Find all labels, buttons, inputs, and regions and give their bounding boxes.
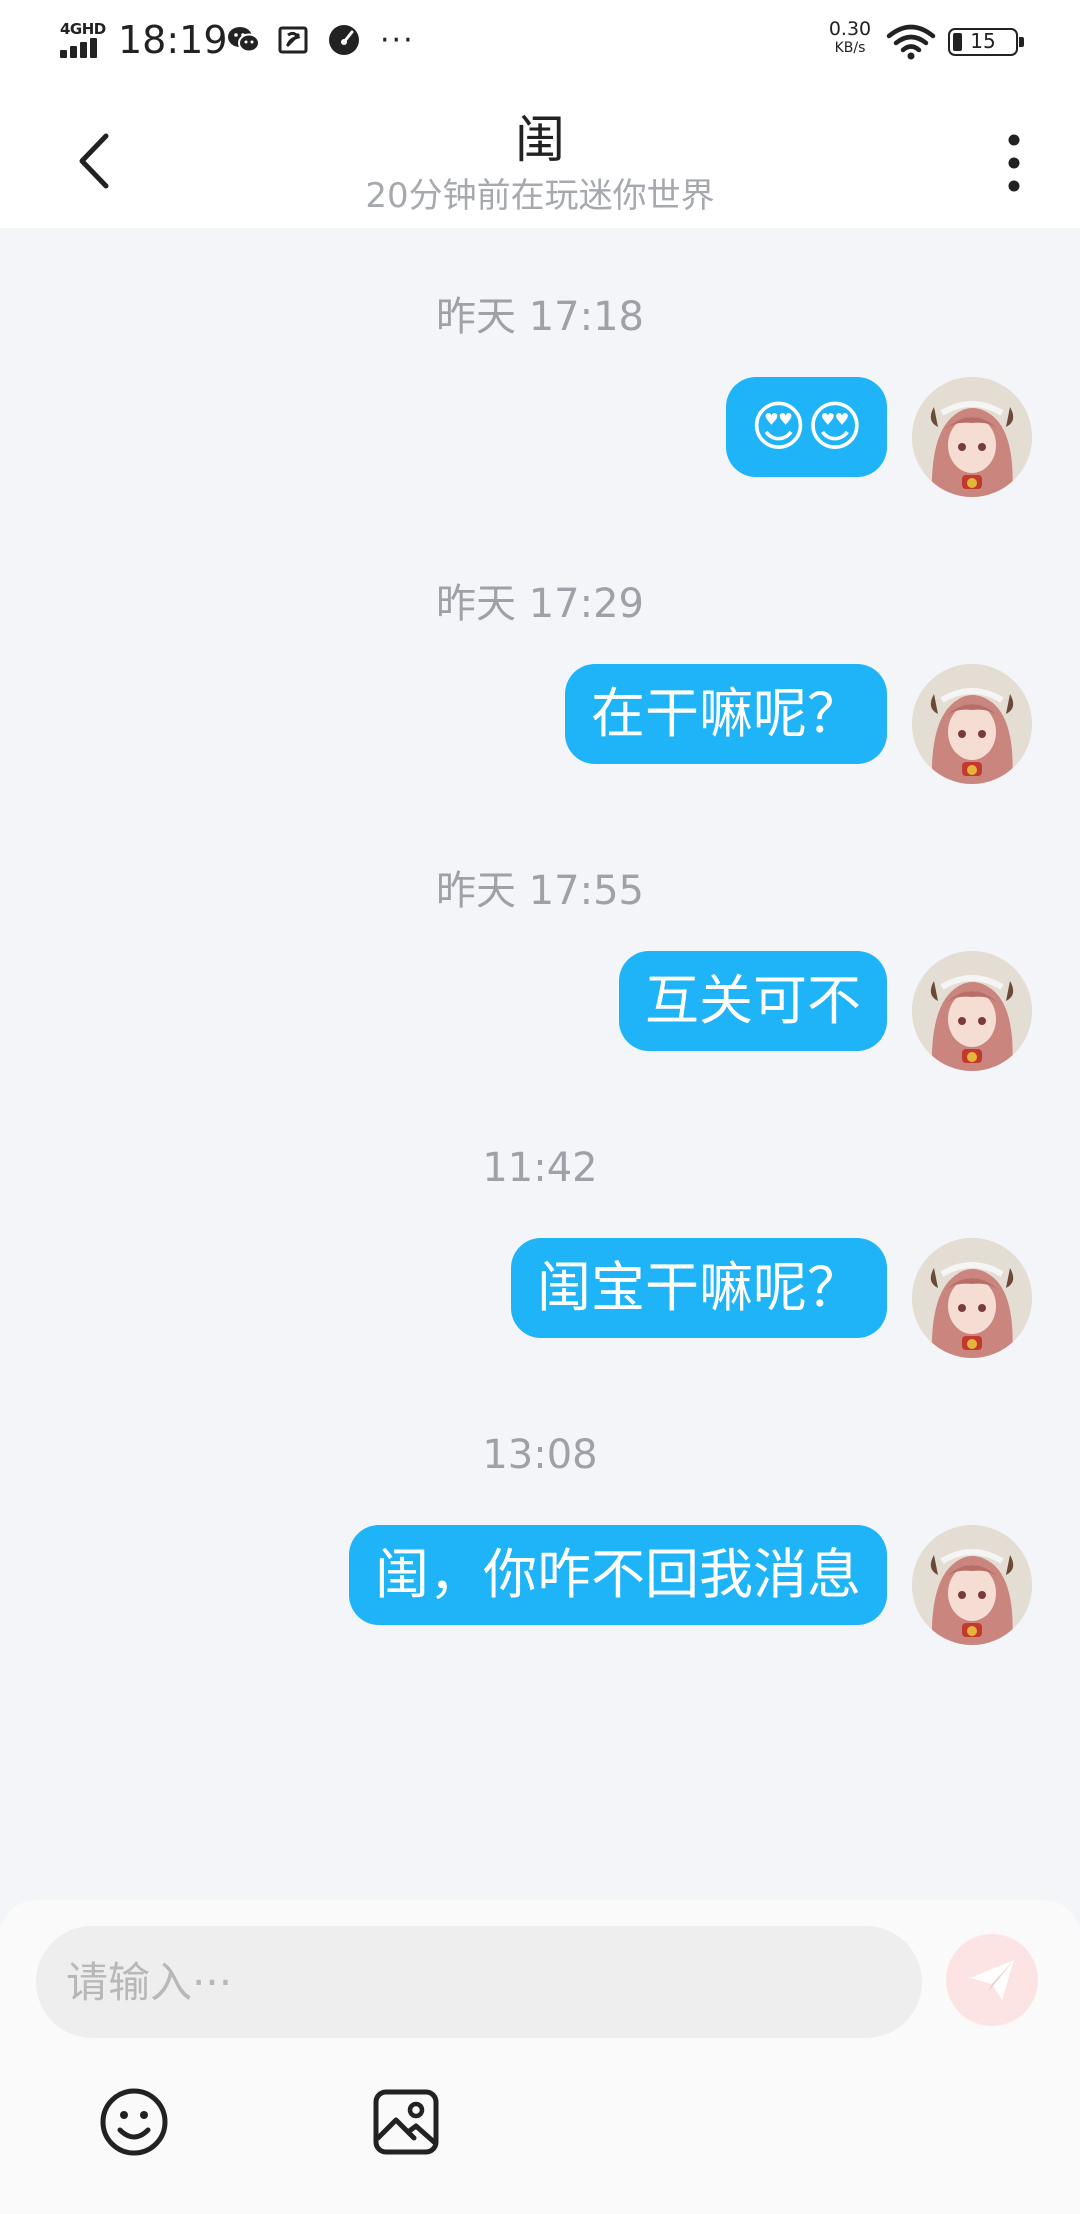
avatar-image: [912, 1238, 1032, 1358]
input-panel: [0, 1900, 1080, 2214]
network-speed: 0.30 KB/s: [822, 18, 878, 56]
avatar[interactable]: [912, 377, 1032, 497]
avatar[interactable]: [912, 1238, 1032, 1358]
screenshot-icon: [278, 26, 308, 54]
avatar-image: [912, 664, 1032, 784]
message-timestamp: 昨天 17:29: [436, 581, 644, 627]
send-button[interactable]: [946, 1934, 1038, 2026]
message-timestamp: 11:42: [482, 1145, 598, 1191]
emoji-button[interactable]: [98, 2086, 170, 2158]
more-notifications-icon: ···: [380, 22, 415, 58]
wifi-icon: [886, 24, 936, 60]
message-list[interactable]: 昨天 17:18 😍😍 昨天 17:29 在干嘛呢？ 昨天 17:55 互关可不…: [0, 228, 1080, 1898]
message-bubble[interactable]: 在干嘛呢？: [565, 664, 887, 764]
wechat-icon: [228, 27, 260, 53]
contact-status: 20分钟前在玩迷你世界: [365, 176, 715, 216]
message-timestamp: 昨天 17:18: [436, 294, 644, 340]
message-bubble[interactable]: 闺宝干嘛呢？: [511, 1238, 887, 1338]
cellular-signal-icon: 4GHD: [60, 20, 108, 60]
speedometer-icon: [329, 25, 359, 55]
speed-value: 0.30: [828, 18, 872, 40]
status-bar: 4GHD 18:19 ··· 0.30 KB/s 15: [0, 0, 1080, 86]
message-bubble[interactable]: 😍😍: [726, 377, 887, 477]
chat-header: 闺 20分钟前在玩迷你世界: [0, 86, 1080, 228]
image-button[interactable]: [370, 2086, 442, 2158]
avatar-image: [912, 377, 1032, 497]
speed-unit: KB/s: [834, 40, 866, 56]
network-type: 4GHD: [60, 20, 106, 38]
message-timestamp: 13:08: [482, 1432, 598, 1478]
message-bubble[interactable]: 闺，你咋不回我消息: [349, 1525, 887, 1625]
message-bubble[interactable]: 互关可不: [619, 951, 887, 1051]
avatar-image: [912, 951, 1032, 1071]
message-timestamp: 昨天 17:55: [436, 868, 644, 914]
message-input[interactable]: [36, 1926, 922, 2038]
avatar[interactable]: [912, 664, 1032, 784]
contact-name: 闺: [515, 111, 565, 169]
battery-icon: 15: [948, 28, 1024, 56]
battery-level: 15: [970, 29, 996, 53]
paper-plane-icon: [970, 1960, 1014, 2000]
more-options-button[interactable]: [994, 128, 1034, 198]
avatar[interactable]: [912, 1525, 1032, 1645]
status-time: 18:19: [118, 18, 228, 62]
avatar[interactable]: [912, 951, 1032, 1071]
avatar-image: [912, 1525, 1032, 1645]
